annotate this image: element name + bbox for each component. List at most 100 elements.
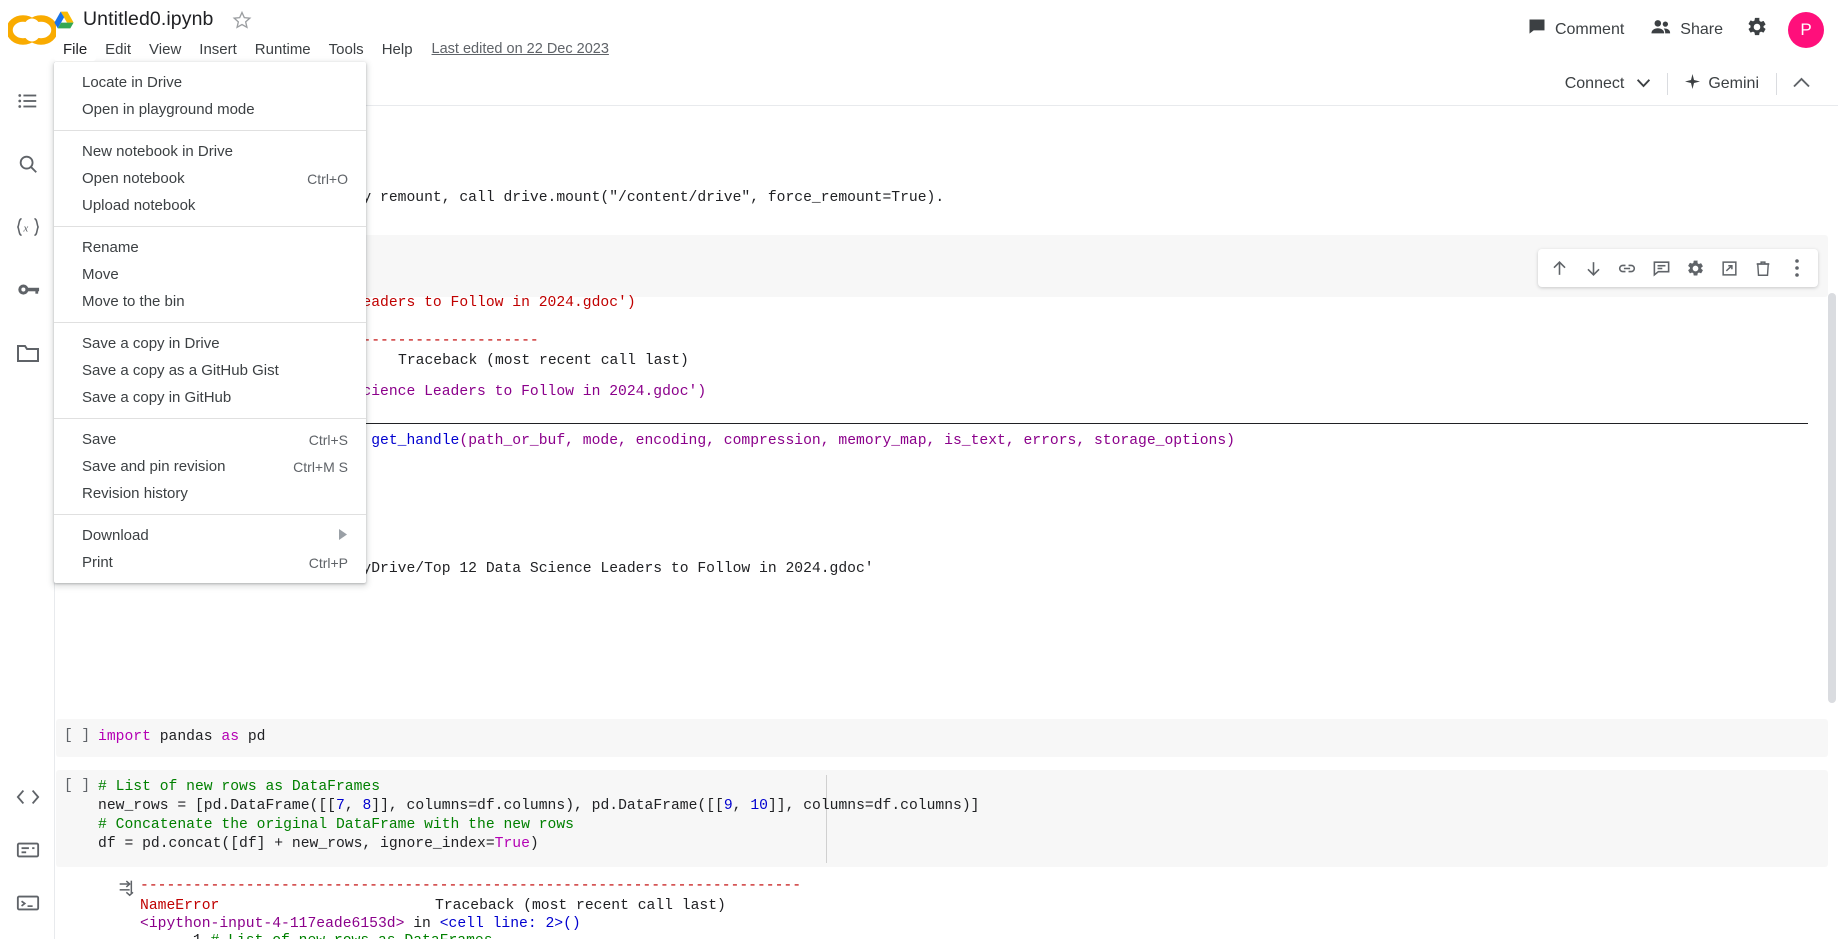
open-in-new-tab-icon[interactable]	[1714, 253, 1744, 283]
menu-item-rename[interactable]: Rename	[54, 234, 366, 261]
menu-bar: File Edit View Insert Runtime Tools Help…	[54, 36, 609, 62]
menu-tools[interactable]: Tools	[320, 38, 373, 61]
cell-action-toolbar	[1538, 249, 1818, 287]
share-button[interactable]: Share	[1639, 10, 1734, 49]
menu-help[interactable]: Help	[373, 38, 422, 61]
cell-3-traceback-header: Traceback (most recent call last)	[435, 898, 726, 914]
more-options-icon[interactable]	[1782, 253, 1812, 283]
comment-button[interactable]: Comment	[1516, 10, 1635, 49]
menu-item-label: Revision history	[82, 485, 188, 502]
menu-item-save-a-copy-in-github[interactable]: Save a copy in GitHub	[54, 384, 366, 411]
google-drive-icon	[54, 11, 74, 29]
menu-item-shortcut: Ctrl+O	[307, 170, 348, 187]
menu-item-save-and-pin-revision[interactable]: Save and pin revision Ctrl+M S	[54, 453, 366, 480]
move-cell-down-icon[interactable]	[1578, 253, 1608, 283]
table-of-contents-icon[interactable]	[0, 74, 55, 127]
notebook-scrollbar[interactable]	[1828, 293, 1836, 703]
menu-separator	[54, 322, 366, 323]
menu-file[interactable]: File	[54, 37, 97, 61]
toolbar-divider	[1667, 73, 1669, 95]
menu-item-locate-in-drive[interactable]: Locate in Drive	[54, 69, 366, 96]
menu-item-download[interactable]: Download	[54, 522, 366, 549]
page-title[interactable]: Untitled0.ipynb	[83, 8, 214, 31]
add-comment-icon[interactable]	[1646, 253, 1676, 283]
code-snippets-icon[interactable]	[0, 770, 55, 823]
menu-item-save-a-copy-in-drive[interactable]: Save a copy in Drive	[54, 330, 366, 357]
collapse-toolbar-button[interactable]	[1781, 67, 1822, 101]
cell-3-src-line-1: 1 # List of new rows as DataFrames	[98, 932, 493, 939]
search-icon[interactable]	[0, 137, 55, 190]
file-menu-dropdown: Locate in Drive Open in playground mode …	[54, 62, 366, 583]
menu-item-label: Move to the bin	[82, 293, 185, 310]
menu-separator	[54, 418, 366, 419]
menu-view[interactable]: View	[140, 38, 190, 61]
secrets-key-icon[interactable]	[0, 263, 55, 316]
header-actions: Comment Share P	[1516, 8, 1824, 51]
menu-item-revision-history[interactable]: Revision history	[54, 480, 366, 507]
colab-logo-icon[interactable]	[6, 12, 58, 48]
menu-edit[interactable]: Edit	[96, 38, 140, 61]
cell-3-exception-name: NameError	[140, 898, 220, 914]
files-folder-icon[interactable]	[0, 326, 55, 379]
menu-item-move[interactable]: Move	[54, 261, 366, 288]
code-cell-3-line-1: # List of new rows as DataFrames	[98, 779, 381, 795]
gemini-label: Gemini	[1708, 75, 1759, 92]
people-icon	[1650, 17, 1672, 42]
menu-item-label: Rename	[82, 239, 139, 256]
code-cell-2[interactable]	[56, 719, 1828, 757]
menu-item-move-to-the-bin[interactable]: Move to the bin	[54, 288, 366, 315]
variables-icon[interactable]: x	[0, 200, 55, 253]
menu-item-new-notebook-in-drive[interactable]: New notebook in Drive	[54, 138, 366, 165]
menu-item-label: Open in playground mode	[82, 101, 255, 118]
share-label: Share	[1680, 20, 1723, 38]
connect-button[interactable]: Connect	[1552, 68, 1664, 100]
menu-item-label: Save a copy as a GitHub Gist	[82, 362, 279, 379]
cell-3-traceback-rule: ----------------------------------------…	[140, 878, 802, 894]
frames-rule	[162, 423, 1808, 424]
colab-app-window: Untitled0.ipynb File Edit View Insert Ru…	[0, 0, 1838, 939]
link-to-cell-icon[interactable]	[1612, 253, 1642, 283]
connect-label: Connect	[1564, 75, 1625, 92]
code-cell-3-line-2: new_rows = [pd.DataFrame([[7, 8]], colum…	[98, 798, 980, 814]
menu-item-label: Save	[82, 431, 117, 448]
comment-icon	[1527, 17, 1547, 42]
app-header: Untitled0.ipynb File Edit View Insert Ru…	[0, 0, 1838, 62]
menu-item-open-in-playground-mode[interactable]: Open in playground mode	[54, 96, 366, 123]
comment-label: Comment	[1554, 20, 1625, 38]
last-edited-link[interactable]: Last edited on 22 Dec 2023	[432, 41, 609, 57]
menu-item-label: Save a copy in GitHub	[82, 389, 232, 406]
cell-settings-gear-icon[interactable]	[1680, 253, 1710, 283]
terminal-icon[interactable]	[0, 876, 55, 929]
menu-item-label: Move	[82, 266, 119, 283]
svg-text:x: x	[22, 222, 28, 234]
menu-separator	[54, 226, 366, 227]
menu-item-label: Download	[82, 527, 149, 544]
menu-item-save-a-copy-as-a-github-gist[interactable]: Save a copy as a GitHub Gist	[54, 357, 366, 384]
menu-item-label: Save and pin revision	[82, 458, 226, 475]
menu-item-upload-notebook[interactable]: Upload notebook	[54, 192, 366, 219]
menu-separator	[54, 130, 366, 131]
command-palette-icon[interactable]	[0, 823, 55, 876]
delete-cell-icon[interactable]	[1748, 253, 1778, 283]
code-cell-2-prompt[interactable]: [ ]	[56, 728, 98, 744]
code-cell-3-line-3: # Concatenate the original DataFrame wit…	[98, 817, 574, 833]
menu-item-save[interactable]: Save Ctrl+S	[54, 426, 366, 453]
rail-bottom-group	[0, 770, 55, 929]
menu-item-shortcut: Ctrl+M S	[293, 458, 348, 475]
menu-item-label: Locate in Drive	[82, 74, 183, 91]
traceback-header: Traceback (most recent call last)	[398, 353, 689, 369]
menu-item-print[interactable]: Print Ctrl+P	[54, 549, 366, 576]
move-cell-up-icon[interactable]	[1544, 253, 1574, 283]
avatar[interactable]: P	[1788, 11, 1824, 48]
menu-item-open-notebook[interactable]: Open notebook Ctrl+O	[54, 165, 366, 192]
menu-item-label: Save a copy in Drive	[82, 335, 220, 352]
star-outline-icon[interactable]	[232, 10, 252, 30]
menu-runtime[interactable]: Runtime	[246, 38, 320, 61]
code-cell-3-line-4: df = pd.concat([df] + new_rows, ignore_i…	[98, 836, 539, 852]
gemini-button[interactable]: Gemini	[1672, 67, 1772, 101]
gear-icon	[1746, 16, 1768, 43]
menu-insert[interactable]: Insert	[190, 38, 246, 61]
settings-button[interactable]	[1738, 8, 1776, 51]
code-cell-3-ruler	[826, 775, 827, 863]
menu-item-label: New notebook in Drive	[82, 143, 233, 160]
